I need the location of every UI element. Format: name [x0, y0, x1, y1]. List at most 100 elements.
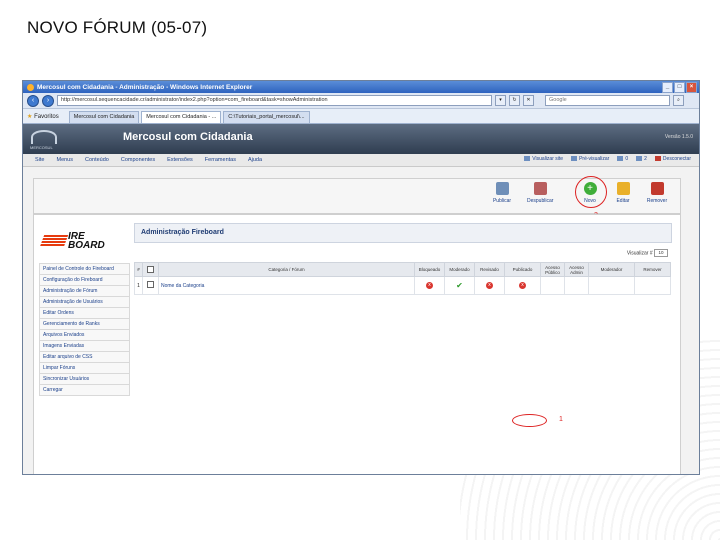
- col-moderated[interactable]: Moderado: [444, 262, 475, 277]
- messages-count[interactable]: 0: [617, 156, 628, 162]
- menu-item-content[interactable]: Conteúdo: [85, 157, 109, 163]
- unpublish-icon: [533, 182, 547, 195]
- category-name-link[interactable]: Nome da Categoria: [158, 276, 415, 295]
- users-count[interactable]: 2: [636, 156, 647, 162]
- col-locked[interactable]: Bloqueado: [414, 262, 445, 277]
- col-public-access[interactable]: Acesso Público: [540, 262, 565, 277]
- sidebar-item-user-admin[interactable]: Administração de Usuários: [39, 297, 130, 308]
- search-icon[interactable]: ⌕: [673, 95, 684, 106]
- remove-label: Remover: [646, 198, 668, 204]
- sidebar-item-config[interactable]: Configuração do Fireboard: [39, 275, 130, 286]
- chevron-down-icon[interactable]: ▾: [495, 95, 506, 106]
- table-header-row: # Categoria / Fórum Bloqueado Moderado R…: [134, 262, 671, 277]
- sidebar-item-forum-admin[interactable]: Administração de Fórum: [39, 286, 130, 297]
- refresh-button[interactable]: ↻: [509, 95, 520, 106]
- minimize-button[interactable]: _: [662, 82, 673, 93]
- search-input[interactable]: Google: [545, 95, 670, 106]
- tab-2[interactable]: C:\Tutoriais_portal_mercosul\...: [223, 111, 310, 123]
- menu-item-site[interactable]: Site: [35, 157, 44, 163]
- admin-status-links: Visualizar site Pré-visualizar 0 2 Desco…: [524, 156, 691, 162]
- highlight-circle-published: [512, 414, 547, 427]
- view-site-link[interactable]: Visualizar site: [524, 156, 563, 162]
- sidebar-item-load[interactable]: Carregar: [39, 385, 130, 396]
- tab-0[interactable]: Mercosul com Cidadania: [68, 111, 140, 123]
- col-admin-access[interactable]: Acesso Admin: [564, 262, 589, 277]
- flame-stripes-icon: [39, 235, 69, 247]
- maximize-button[interactable]: □: [674, 82, 685, 93]
- preview-icon: [571, 156, 578, 162]
- sidebar-item-uploaded-files[interactable]: Arquivos Enviados: [39, 330, 130, 341]
- fireboard-panel: IRE BOARD Administração Fireboard Visual…: [33, 214, 681, 474]
- publish-icon: [495, 182, 509, 195]
- preview-link[interactable]: Pré-visualizar: [571, 156, 609, 162]
- row-moderated[interactable]: ✔: [444, 276, 475, 295]
- forum-table: # Categoria / Fórum Bloqueado Moderado R…: [134, 262, 671, 295]
- unpublish-button[interactable]: Despublicar: [527, 182, 553, 204]
- menu-item-menus[interactable]: Menus: [56, 157, 73, 163]
- page-size-label: Visualizar #: [626, 250, 653, 257]
- logo-text: MERCOSUL: [30, 145, 53, 150]
- users-count-label: 2: [644, 156, 647, 162]
- ie-icon: [27, 83, 34, 91]
- remove-button[interactable]: Remover: [644, 182, 670, 204]
- col-category[interactable]: Categoria / Fórum: [158, 262, 415, 277]
- row-published[interactable]: x: [504, 276, 541, 295]
- sidebar-item-ranks[interactable]: Gerenciamento de Ranks: [39, 319, 130, 330]
- screenshot-frame: Mercosul com Cidadania - Administração -…: [22, 80, 700, 475]
- col-review[interactable]: Revisado: [474, 262, 505, 277]
- menu-item-components[interactable]: Componentes: [121, 157, 155, 163]
- window-title: Mercosul com Cidadania - Administração -…: [37, 83, 253, 91]
- favorites-button[interactable]: ★ Favoritos: [27, 113, 59, 120]
- sidebar-item-edit-css[interactable]: Editar arquivo de CSS: [39, 352, 130, 363]
- sidebar-item-sync-users[interactable]: Sincronizar Usuários: [39, 374, 130, 385]
- col-number: #: [134, 262, 143, 277]
- menu-item-help[interactable]: Ajuda: [248, 157, 262, 163]
- cross-icon[interactable]: x: [426, 282, 433, 289]
- unpublish-label: Despublicar: [527, 198, 554, 204]
- row-review[interactable]: x: [474, 276, 505, 295]
- logout-label: Desconectar: [662, 156, 691, 162]
- publish-button[interactable]: Publicar: [489, 182, 515, 204]
- col-moderator[interactable]: Moderador: [588, 262, 635, 277]
- site-header: MERCOSUL Mercosul com Cidadania Versão 1…: [23, 124, 699, 154]
- highlight-circle-new: [575, 176, 607, 208]
- sidebar-item-control-panel[interactable]: Painel de Controle do Fireboard: [39, 263, 130, 275]
- view-site-label: Visualizar site: [532, 156, 564, 162]
- tab-1[interactable]: Mercosul com Cidadania - ...: [141, 111, 222, 123]
- monitor-icon: [524, 156, 531, 162]
- col-remove[interactable]: Remover: [634, 262, 671, 277]
- back-button[interactable]: ‹: [27, 94, 39, 107]
- mail-icon: [617, 156, 624, 162]
- stop-button[interactable]: ✕: [523, 95, 534, 106]
- edit-button[interactable]: Editar: [610, 182, 636, 204]
- url-field[interactable]: http://mercosul.sequencacidade.cr/admini…: [57, 95, 492, 106]
- menu-item-tools[interactable]: Ferramentas: [205, 157, 236, 163]
- col-published[interactable]: Publicado: [504, 262, 541, 277]
- tab-bar: ★ Favoritos Mercosul com Cidadania Merco…: [23, 109, 699, 124]
- menu-item-extensions[interactable]: Extensões: [167, 157, 193, 163]
- edit-label: Editar: [616, 198, 630, 204]
- window-controls: _ □ ×: [662, 82, 697, 93]
- row-select[interactable]: [142, 276, 159, 295]
- page-header: Administração Fireboard: [134, 223, 672, 243]
- mercosul-logo: [31, 130, 57, 144]
- select-all-checkbox[interactable]: [147, 265, 154, 273]
- row-locked[interactable]: x: [414, 276, 445, 295]
- trash-icon: [650, 182, 664, 195]
- page-size-select[interactable]: 10: [654, 249, 668, 257]
- col-select[interactable]: [142, 262, 159, 277]
- cross-icon[interactable]: x: [486, 282, 493, 289]
- toolbar: Publicar Despublicar + Novo Editar Remov…: [33, 176, 681, 219]
- row-moderator: [588, 276, 635, 295]
- forward-button[interactable]: ›: [42, 94, 54, 107]
- close-button[interactable]: ×: [686, 82, 697, 93]
- row-checkbox[interactable]: [147, 281, 154, 288]
- sidebar-item-edit-orders[interactable]: Editar Ordens: [39, 308, 130, 319]
- cross-icon[interactable]: x: [519, 282, 526, 289]
- sidebar-item-prune-forums[interactable]: Limpar Fóruns: [39, 363, 130, 374]
- fireboard-logo-text: IRE BOARD: [68, 231, 105, 251]
- sidebar-item-uploaded-images[interactable]: Imagens Enviadas: [39, 341, 130, 352]
- favorites-label: Favoritos: [34, 113, 59, 120]
- check-icon[interactable]: ✔: [456, 281, 463, 289]
- logout-link[interactable]: Desconectar: [654, 156, 691, 162]
